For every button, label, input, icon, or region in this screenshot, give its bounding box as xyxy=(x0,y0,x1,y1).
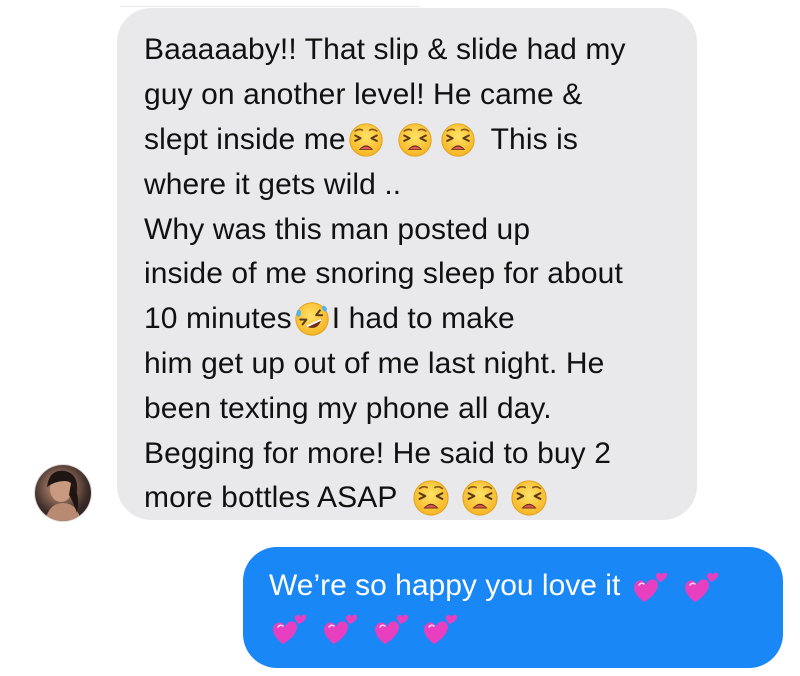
previous-bubble-edge xyxy=(120,0,420,7)
message-line: Why was this man posted up xyxy=(144,212,531,246)
message-line: guy on another level! He came & xyxy=(144,78,583,112)
message-line: 10 minutes I had to make xyxy=(144,297,673,342)
message-line: Begging for more! He said to buy 2 xyxy=(144,436,611,470)
two-hearts-icon xyxy=(269,608,309,648)
rolling-on-floor-laughing-icon xyxy=(294,301,330,337)
message-line: slept inside me This is xyxy=(144,122,578,158)
two-hearts-icon xyxy=(630,566,670,606)
message-line: Baaaaaby!! That slip & slide had my xyxy=(144,33,626,67)
message-line: been texting my phone all day. xyxy=(144,391,552,425)
profile-photo-icon xyxy=(45,470,81,521)
two-hearts-icon xyxy=(681,566,721,606)
message-line: more bottles ASAP xyxy=(144,476,673,521)
two-hearts-icon xyxy=(420,608,460,648)
weary-face-icon xyxy=(412,479,450,517)
weary-face-icon xyxy=(510,479,548,517)
weary-face-icon xyxy=(440,122,476,158)
message-line: inside of me snoring sleep for about xyxy=(144,257,623,291)
weary-face-icon xyxy=(461,479,499,517)
two-hearts-icon xyxy=(371,608,411,648)
message-line: where it gets wild .. xyxy=(144,167,402,201)
sender-avatar[interactable] xyxy=(35,465,91,521)
weary-face-icon xyxy=(348,122,384,158)
message-line: We’re so happy you love it xyxy=(269,565,763,607)
two-hearts-icon xyxy=(320,608,360,648)
message-line: him get up out of me last night. He xyxy=(144,346,605,380)
incoming-message-bubble[interactable]: Baaaaaby!! That slip & slide had my guy … xyxy=(117,8,697,520)
weary-face-icon xyxy=(397,122,433,158)
outgoing-message-bubble[interactable]: We’re so happy you love it xyxy=(243,547,783,668)
message-line xyxy=(269,607,763,649)
